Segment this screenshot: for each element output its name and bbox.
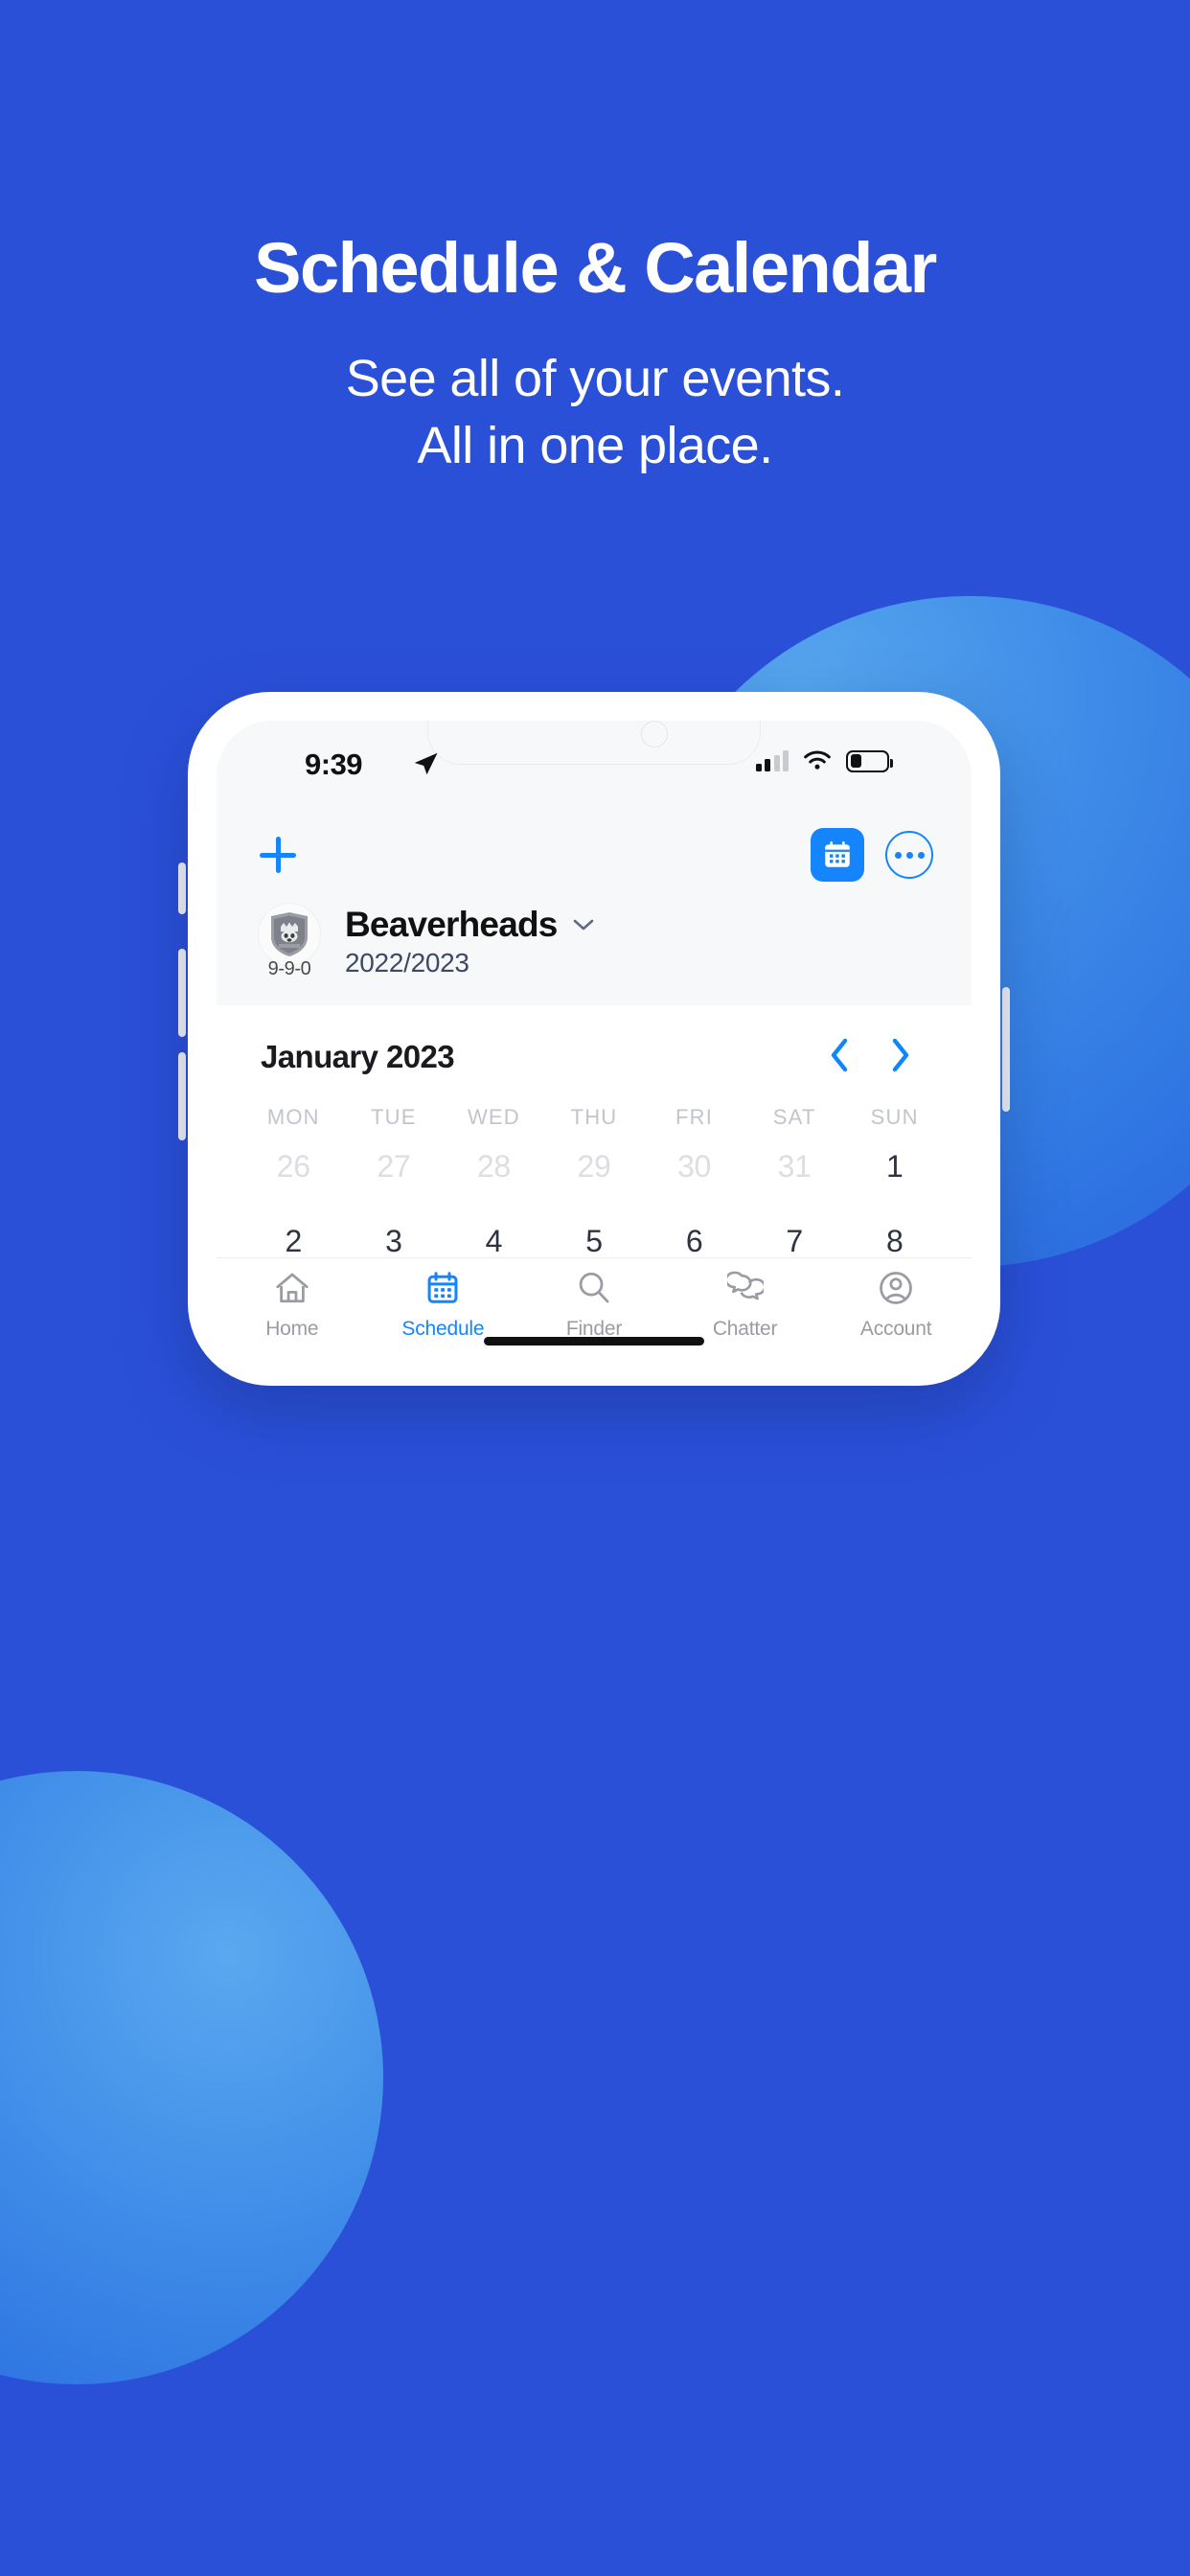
calendar-day-cell[interactable]: 1 [844,1134,945,1205]
tab-account[interactable]: Account [820,1270,972,1341]
team-details: Beaverheads 2022/2023 [345,905,594,978]
cellular-signal-icon [755,750,789,771]
page-title: Schedule & Calendar [254,228,937,308]
wifi-icon [804,750,831,770]
calendar-icon [424,1270,461,1311]
avatar [258,903,321,966]
calendar-weekday-mon: MON [266,1105,320,1129]
device-volume-down-button [178,1052,186,1140]
calendar-next-month-button[interactable] [870,1038,931,1077]
calendar-weekday-wed: WED [467,1105,520,1129]
status-bar-indicators [755,749,893,772]
calendar-day-number: 27 [377,1149,411,1184]
calendar-day-cell: 27 [344,1134,445,1205]
ellipsis-dot-icon [905,851,913,859]
calendar-day-cell: 26 [243,1134,344,1205]
tab-schedule[interactable]: Schedule [368,1270,519,1341]
calendar-view-button[interactable] [811,828,864,882]
ellipsis-dot-icon [894,851,902,859]
team-header[interactable]: 9-9-0 Beaverheads 2022/2023 [217,897,972,1005]
calendar-day-number: 29 [577,1149,611,1184]
page-subtitle-line-2: All in one place. [417,417,773,475]
search-icon [576,1270,612,1311]
page-subtitle-line-1: See all of your events. [345,349,845,407]
calendar-day-cell: 31 [744,1134,845,1205]
calendar-weekday-tue: TUE [371,1105,417,1129]
tab-label: Chatter [712,1318,778,1340]
account-circle-icon [878,1270,914,1311]
calendar-weekday-sat: SAT [772,1105,816,1129]
tab-finder[interactable]: Finder [518,1270,670,1341]
team-shield-logo [271,912,308,956]
calendar-day-number: 30 [677,1149,712,1184]
device-volume-up-button [178,949,186,1037]
calendar-weekday-fri: FRI [675,1105,714,1129]
calendar-icon [825,840,850,867]
page-subtitle: See all of your events. All in one place… [0,345,1190,479]
team-name: Beaverheads [345,905,558,944]
app-toolbar [217,813,972,897]
chevron-down-icon[interactable] [573,919,594,931]
team-record: 9-9-0 [267,958,311,979]
calendar-day-number: 26 [276,1149,310,1184]
home-icon [274,1270,310,1311]
tab-chatter[interactable]: Chatter [670,1270,821,1341]
calendar-weekday-sun: SUN [870,1105,919,1129]
calendar-day-number: 31 [777,1149,812,1184]
app-toolbar-actions [811,828,933,882]
phone-screen: 9:39 9-9-0 Beaverheads 2022/2023 January… [217,721,972,1357]
calendar-prev-month-button[interactable] [809,1038,870,1077]
calendar-week-row: 26 27 28 29 30 31 1 [217,1134,972,1205]
calendar-day-number: 1 [885,1149,904,1184]
location-arrow-icon [414,752,438,775]
chevron-right-icon [892,1038,909,1071]
chat-bubbles-icon [724,1270,767,1311]
status-bar-time: 9:39 [305,748,363,781]
decorative-circle-bottom-left [0,1771,383,2384]
add-event-button[interactable] [255,832,301,878]
calendar-header: January 2023 [217,1026,972,1088]
team-season: 2022/2023 [345,948,469,978]
device-power-button [1002,987,1010,1112]
calendar-month-label: January 2023 [261,1039,455,1074]
marketing-copy: Schedule & Calendar See all of your even… [0,0,1190,479]
tab-label: Account [859,1318,932,1340]
tab-label: Home [265,1318,319,1340]
battery-icon [846,749,893,772]
chevron-left-icon [831,1038,848,1071]
status-bar: 9:39 [217,721,972,813]
ellipsis-dot-icon [917,851,925,859]
more-options-button[interactable] [885,831,933,879]
calendar-day-cell: 29 [544,1134,645,1205]
calendar-day-number: 28 [476,1149,511,1184]
tab-label: Schedule [401,1318,485,1340]
calendar-weekday-header: MON TUE WED THU FRI SAT SUN [217,1105,972,1130]
team-name-row[interactable]: Beaverheads [345,905,594,945]
device-mute-switch [178,862,186,914]
calendar-day-cell: 30 [644,1134,744,1205]
tab-home[interactable]: Home [217,1270,368,1341]
front-camera-icon [641,721,668,748]
team-logo-group: 9-9-0 [255,903,324,980]
calendar-weekday-thu: THU [570,1105,618,1129]
calendar-day-cell: 28 [444,1134,544,1205]
home-indicator [484,1337,704,1346]
device-notch [427,721,761,765]
